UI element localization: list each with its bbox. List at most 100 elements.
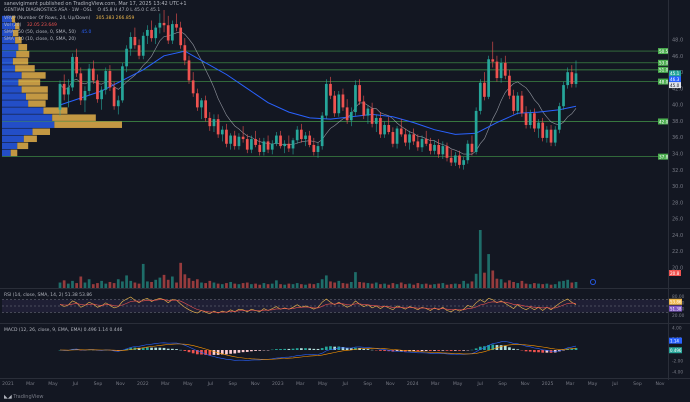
candle-body [100, 89, 103, 100]
candle-body [141, 35, 145, 56]
rsi-legend[interactable]: RSI (14, close, SMA, 14, 2) 51.38 53.86 [4, 293, 92, 298]
candle-body [208, 117, 212, 127]
candle-body [87, 68, 91, 91]
macd-tick-label: -2.00 [672, 359, 683, 365]
symbol-legend[interactable]: GENTIAN DIAGNOSTICS ASA · 1W · OSL O 45.… [4, 8, 160, 13]
candle-body [545, 129, 549, 138]
candle-body [391, 132, 395, 144]
candle-body [300, 129, 303, 140]
macd-histogram-bar [524, 350, 528, 352]
macd-histogram-bar [308, 348, 312, 350]
volume-bar [171, 276, 174, 288]
indicator-legend-sma50[interactable]: SMA · 50 (50, close, 0, SMA, 50) 45.0 [4, 30, 91, 35]
macd-legend[interactable]: MACD (12, 26, close, 9, EMA, EMA) 0.496 … [4, 328, 122, 333]
time-axis-label: Nov [386, 381, 395, 387]
time-axis-label: Nov [521, 381, 530, 387]
volume-bar [279, 284, 282, 288]
volume-bar [420, 284, 424, 288]
candle-body [379, 117, 382, 135]
candle-body [262, 141, 266, 152]
macd-histogram-bar [420, 350, 424, 352]
level-badge-label: 42.0 [659, 119, 669, 124]
volume-bar [208, 280, 212, 288]
time-axis-label: 2022 [137, 381, 149, 387]
time-axis-label: May [183, 381, 193, 387]
macd-histogram-bar [462, 350, 465, 351]
macd-histogram-bar [146, 347, 149, 350]
macd-histogram-bar [229, 350, 232, 354]
price-tick-label: 46.0 [672, 54, 683, 60]
tradingview-logo[interactable]: ◣◢ TradingView [4, 394, 44, 400]
candle-body [433, 144, 436, 151]
time-axis-label: 2021 [2, 381, 14, 387]
candle-body [412, 134, 416, 142]
volume-marker-icon [590, 278, 597, 285]
candle-body [416, 141, 420, 148]
price-chart[interactable]: 48.046.044.042.040.038.036.034.032.030.0… [0, 0, 690, 402]
volume-bar [195, 279, 199, 288]
candle-body [483, 82, 486, 97]
candle-body [150, 29, 153, 39]
rsi-legend-text: RSI (14, close, SMA, 14, 2) 51.38 53.86 [4, 293, 93, 298]
volume-bar [191, 280, 195, 288]
indicator-legend-sma10[interactable]: SMA · 10 (10, close, 0, SMA, 20) [4, 37, 80, 42]
volume-bar [516, 283, 520, 288]
candle-body [512, 95, 515, 111]
time-axis-label: May [48, 381, 58, 387]
candle-body [541, 122, 545, 138]
volume-bar [179, 262, 183, 288]
candle-body [287, 143, 291, 149]
time-axis-label: 2025 [542, 381, 554, 387]
volume-bar [146, 281, 149, 288]
level-badge-label: 50.5 [659, 49, 669, 54]
macd-histogram-bar [304, 348, 307, 350]
candle-body [574, 73, 578, 84]
volume-bar [541, 284, 545, 288]
time-axis-label: Sep [498, 381, 507, 387]
price-tick-label: 34.0 [672, 152, 683, 158]
candle-body [200, 100, 203, 108]
volume-bar [429, 284, 432, 288]
volume-bar [304, 284, 307, 288]
indicator-legend-volume[interactable]: Vol (20) 32.05 23.649 [4, 23, 57, 28]
macd-histogram-bar [320, 348, 324, 350]
candle-body [154, 27, 158, 39]
volume-bar [574, 281, 578, 288]
macd-histogram-bar [324, 346, 328, 350]
candle-body [121, 66, 124, 101]
indicator-legend-vrvp[interactable]: VRVP (Number Of Rows, 24, Up/Down) 305.3… [4, 16, 134, 21]
candle-body [241, 136, 245, 140]
macd-histogram-bar [541, 350, 545, 353]
volume-bar [329, 281, 332, 288]
volume-bar [245, 282, 249, 288]
vrvp-bar-up [2, 86, 22, 93]
time-axis-label: Jul [72, 381, 79, 387]
candle-body [333, 95, 336, 114]
volume-bar [474, 273, 478, 288]
time-axis-label: May [453, 381, 463, 387]
candle-body [445, 146, 449, 158]
volume-bar [79, 276, 83, 288]
macd-histogram-bar [237, 350, 241, 353]
macd-histogram-bar [441, 350, 445, 351]
volume-bar [187, 278, 191, 288]
volume-bar [300, 284, 303, 288]
candle-body [516, 95, 520, 111]
volume-bar [487, 254, 490, 288]
candle-body [533, 113, 536, 129]
macd-histogram-bar [225, 350, 228, 355]
level-badge-label: 51.0 [659, 68, 669, 73]
macd-histogram-bar [187, 350, 191, 353]
volume-bar [333, 282, 336, 288]
indicator-values: 45.0 [81, 30, 92, 35]
candle-body [441, 146, 445, 155]
volume-bar [121, 281, 124, 288]
candle-body [387, 124, 391, 133]
level-badge-label: 37.8 [659, 154, 669, 159]
rsi-badge-label: 51.38 [670, 306, 682, 311]
volume-bar [395, 284, 399, 288]
volume-bar [453, 283, 457, 288]
volume-bar [237, 284, 241, 288]
volume-bar [358, 281, 361, 288]
candle-body [254, 139, 257, 145]
